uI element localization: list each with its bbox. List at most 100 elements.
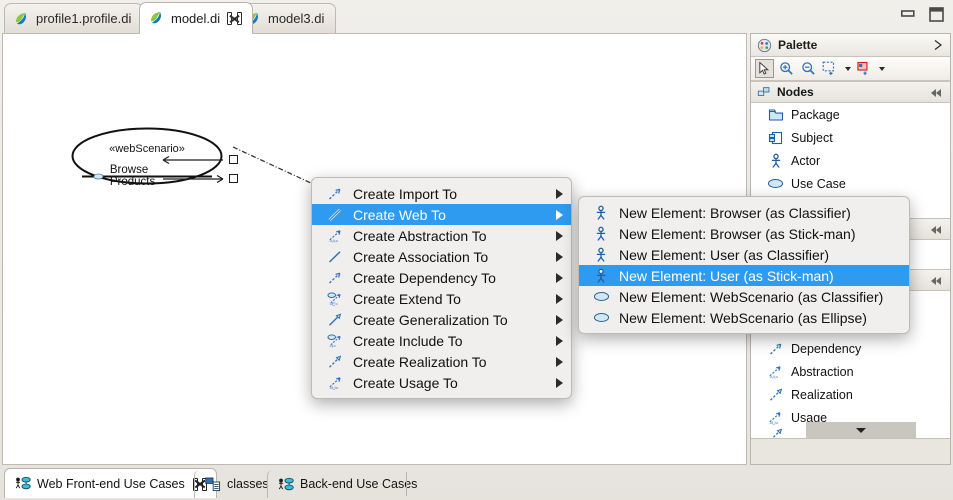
palette-bottom-strip [751, 438, 950, 464]
zoom-out-icon [801, 61, 816, 76]
application-window: profile1.profile.di model.di model3.di «… [0, 0, 953, 500]
import-arrow-icon [326, 186, 344, 202]
chevron-right-icon [556, 293, 563, 304]
abstraction-icon [767, 363, 784, 380]
usecase-ellipse-icon [592, 310, 610, 326]
context-menu-item-create-import-to[interactable]: Create Import To [312, 183, 571, 204]
context-menu-item-label: Create Association To [353, 248, 489, 265]
palette-item-label: Use Case [791, 176, 846, 191]
palette-title-label: Palette [778, 38, 818, 52]
submenu-item-label: New Element: WebScenario (as Ellipse) [619, 309, 867, 326]
submenu-item-browser-stickman[interactable]: New Element: Browser (as Stick-man) [579, 223, 909, 244]
realization-icon [326, 354, 344, 370]
context-menu-item-label: Create Include To [353, 332, 463, 349]
palette-section-nodes[interactable]: Nodes [751, 81, 950, 103]
tab-separator [406, 472, 407, 496]
chevron-right-icon [556, 188, 563, 199]
context-menu-item-label: Create Dependency To [353, 269, 496, 286]
format-tool-dropdown[interactable] [877, 60, 886, 78]
submenu-item-browser-classifier[interactable]: New Element: Browser (as Classifier) [579, 202, 909, 223]
marquee-tool-button[interactable] [821, 59, 840, 78]
usecase-ellipse-icon [592, 289, 610, 305]
chevron-right-icon [556, 230, 563, 241]
submenu-item-user-classifier[interactable]: New Element: User (as Classifier) [579, 244, 909, 265]
zoom-out-tool-button[interactable] [799, 59, 818, 78]
usecase-diagram-icon [278, 477, 294, 492]
palette-section-label: Nodes [777, 85, 814, 99]
diagram-tab-label: Web Front-end Use Cases [37, 476, 185, 491]
ellipse-usecase-icon [93, 170, 104, 183]
usage-icon [326, 375, 344, 391]
papyrus-model-icon [14, 11, 30, 27]
context-menu-item-create-include-to[interactable]: Create Include To [312, 330, 571, 351]
diagram-tab-classes[interactable]: classes [194, 470, 279, 498]
usage-icon [767, 409, 784, 426]
connector-handle-bottom[interactable] [229, 174, 238, 183]
submenu-item-webscenario-ellipse[interactable]: New Element: WebScenario (as Ellipse) [579, 307, 909, 328]
palette-item-label: Dependency [791, 341, 862, 356]
collapse-icon[interactable] [931, 275, 944, 286]
dependency-icon [767, 340, 784, 357]
marquee-tool-dropdown[interactable] [843, 60, 852, 78]
dependency-icon [326, 270, 344, 286]
generalization-icon [326, 312, 344, 328]
diagram-tab-label: classes [227, 477, 269, 491]
editor-tab-model[interactable]: model.di [139, 2, 254, 34]
context-menu-item-label: Create Extend To [353, 290, 461, 307]
format-tool-button[interactable] [855, 59, 874, 78]
palette-item-subject[interactable]: Subject [751, 126, 950, 149]
submenu-item-label: New Element: WebScenario (as Classifier) [619, 288, 884, 305]
submenu-item-label: New Element: User (as Stick-man) [619, 267, 834, 284]
palette-item-realization[interactable]: Realization [751, 383, 950, 406]
context-menu-item-label: Create Import To [353, 185, 458, 202]
connector-handle-top[interactable] [229, 155, 238, 164]
palette-item-use-case[interactable]: Use Case [751, 172, 950, 195]
usecase-ellipse-icon [767, 175, 784, 192]
select-tool-button[interactable] [755, 59, 774, 78]
context-menu-item-create-usage-to[interactable]: Create Usage To [312, 372, 571, 393]
submenu-item-label: New Element: Browser (as Classifier) [619, 204, 851, 221]
submenu-item-webscenario-classifier[interactable]: New Element: WebScenario (as Classifier) [579, 286, 909, 307]
palette-item-abstraction[interactable]: Abstraction [751, 360, 950, 383]
collapse-icon[interactable] [931, 224, 944, 235]
context-menu-item-create-abstraction-to[interactable]: Create Abstraction To [312, 225, 571, 246]
stamp-format-icon [856, 61, 873, 76]
collapse-icon[interactable] [931, 87, 944, 98]
palette-item-actor[interactable]: Actor [751, 149, 950, 172]
context-submenu: New Element: Browser (as Classifier) New… [578, 196, 910, 334]
diagram-tab-web-front-end-use-cases[interactable]: Web Front-end Use Cases [4, 468, 217, 498]
zoom-in-tool-button[interactable] [777, 59, 796, 78]
close-icon[interactable] [228, 12, 241, 25]
palette-item-package[interactable]: Package [751, 103, 950, 126]
diagram-tab-back-end-use-cases[interactable]: Back-end Use Cases [267, 470, 427, 498]
context-menu-item-create-web-to[interactable]: Create Web To [312, 204, 571, 225]
class-diagram-icon [205, 477, 221, 492]
include-icon [326, 333, 344, 349]
palette-title-bar: Palette [751, 34, 950, 57]
realization-icon [767, 386, 784, 403]
chevron-right-icon [556, 251, 563, 262]
context-menu-item-create-dependency-to[interactable]: Create Dependency To [312, 267, 571, 288]
context-menu-item-create-realization-to[interactable]: Create Realization To [312, 351, 571, 372]
palette-item-label: Realization [791, 387, 853, 402]
subject-icon [767, 129, 784, 146]
actor-stickman-icon [592, 226, 610, 242]
chevron-right-icon [556, 335, 563, 346]
context-menu-item-create-extend-to[interactable]: Create Extend To [312, 288, 571, 309]
nodes-icon [757, 85, 771, 99]
submenu-item-user-stickman[interactable]: New Element: User (as Stick-man) [579, 265, 909, 286]
diagram-tab-bar: Web Front-end Use Cases classes Back-end… [2, 466, 951, 498]
palette-scroll-more-button[interactable] [806, 422, 916, 438]
editor-tab-bar: profile1.profile.di model.di model3.di [0, 0, 953, 34]
context-menu-item-label: Create Generalization To [353, 311, 508, 328]
palette-item-label: Subject [791, 130, 833, 145]
arrow-cursor-icon [757, 61, 772, 76]
context-menu-item-create-generalization-to[interactable]: Create Generalization To [312, 309, 571, 330]
package-icon [767, 106, 784, 123]
palette-item-dependency[interactable]: Dependency [751, 337, 950, 360]
expand-right-icon[interactable] [932, 39, 944, 51]
editor-tab-profile1[interactable]: profile1.profile.di [4, 3, 144, 33]
chevron-right-icon [556, 356, 563, 367]
context-menu-item-create-association-to[interactable]: Create Association To [312, 246, 571, 267]
extend-icon [326, 291, 344, 307]
